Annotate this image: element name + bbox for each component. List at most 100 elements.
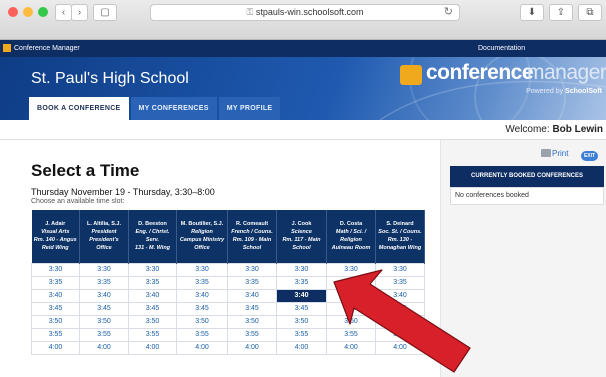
forward-button[interactable]: › bbox=[71, 4, 88, 21]
reload-icon[interactable]: ↻ bbox=[444, 5, 453, 20]
time-slot[interactable]: 3:50 bbox=[176, 314, 228, 329]
time-slot[interactable]: 3:40 bbox=[176, 288, 228, 303]
time-slot[interactable]: 3:30 bbox=[276, 262, 327, 277]
time-slot[interactable]: 3:35 bbox=[31, 275, 80, 290]
teacher-subject: Math / Sci. / Religion bbox=[335, 229, 367, 244]
time-slot[interactable]: 3:55 bbox=[176, 327, 228, 342]
teacher-name: M. Boutilier, S.J. bbox=[180, 221, 224, 228]
time-slot[interactable]: 3:45 bbox=[128, 301, 177, 316]
logo-icon bbox=[400, 65, 422, 85]
welcome-prefix: Welcome: bbox=[505, 124, 550, 135]
user-name: Bob Lewin bbox=[552, 124, 603, 135]
sidebar-toggle-button[interactable]: ▢ bbox=[93, 4, 117, 21]
powered-prefix: Powered by bbox=[526, 88, 564, 95]
time-slot[interactable]: 3:40 bbox=[227, 288, 277, 303]
time-slot[interactable]: 4:00 bbox=[276, 340, 327, 355]
time-slot[interactable]: 3:40 bbox=[79, 288, 129, 303]
time-slot[interactable]: 4:00 bbox=[31, 340, 80, 355]
tab-overview-button[interactable]: ⧉ bbox=[578, 4, 602, 21]
time-slot[interactable]: 3:45 bbox=[227, 301, 277, 316]
browser-toolbar: ‹ › ▢ ⚿ stpauls-win.schoolsoft.com ↻ ⬇ ⇪… bbox=[0, 0, 606, 40]
exit-button[interactable]: EXIT bbox=[581, 151, 598, 161]
booked-conferences-empty: No conferences booked bbox=[450, 187, 604, 205]
address-bar[interactable]: ⚿ stpauls-win.schoolsoft.com ↻ bbox=[150, 4, 460, 21]
welcome-text: Welcome: Bob Lewin bbox=[505, 124, 603, 135]
teacher-subject: French / Couns. bbox=[231, 229, 273, 236]
zoom-window-button[interactable] bbox=[38, 7, 48, 17]
teacher-header-row: J. Adair Visual Arts Rm. 140 - Angus Reid … bbox=[31, 210, 425, 263]
app-name: Conference Manager bbox=[14, 45, 80, 52]
time-slot[interactable]: 3:30 bbox=[31, 262, 80, 277]
main-tabs: BOOK A CONFERENCE MY CONFERENCES MY PROF… bbox=[29, 97, 282, 120]
time-slot[interactable]: 3:35 bbox=[176, 275, 228, 290]
teacher-column-header: J. Cook Science Rm. 117 - Main School bbox=[276, 210, 327, 263]
time-slot[interactable]: 3:40 bbox=[31, 288, 80, 303]
teacher-column-header: M. Boutilier, S.J. Religion Campus Ministr… bbox=[176, 210, 228, 263]
powered-by-text: Powered by SchoolSoft bbox=[526, 88, 602, 95]
time-slot[interactable]: 3:55 bbox=[128, 327, 177, 342]
time-slot[interactable]: 4:00 bbox=[128, 340, 177, 355]
tab-my-profile[interactable]: MY PROFILE bbox=[218, 97, 281, 120]
lock-icon: ⚿ bbox=[246, 7, 256, 17]
tab-my-conferences[interactable]: MY CONFERENCES bbox=[130, 97, 217, 120]
teacher-column-header: R. Comeault French / Couns. Rm. 109 - Main… bbox=[227, 210, 277, 263]
time-slot[interactable]: 3:30 bbox=[227, 262, 277, 277]
welcome-bar: Welcome: Bob Lewin bbox=[0, 120, 606, 140]
time-slot[interactable]: 3:55 bbox=[79, 327, 129, 342]
time-slot[interactable]: 3:45 bbox=[276, 301, 327, 316]
teacher-name: L. Altilia, S.J. bbox=[86, 221, 122, 228]
school-name: St. Paul's High School bbox=[31, 70, 189, 87]
downloads-button[interactable]: ⬇ bbox=[520, 4, 544, 21]
time-slot[interactable]: 3:55 bbox=[227, 327, 277, 342]
time-slot[interactable]: 3:50 bbox=[31, 314, 80, 329]
time-slot[interactable]: 3:50 bbox=[227, 314, 277, 329]
time-slot[interactable]: 3:50 bbox=[276, 314, 327, 329]
booked-conferences-header: CURRENTLY BOOKED CONFERENCES bbox=[450, 166, 604, 187]
teacher-column-header: L. Altilia, S.J. President President's Off… bbox=[79, 210, 129, 263]
time-slot[interactable]: 3:50 bbox=[79, 314, 129, 329]
teacher-subject: Visual Arts bbox=[41, 229, 70, 236]
teacher-name: J. Cook bbox=[291, 221, 312, 228]
printer-icon[interactable] bbox=[541, 149, 551, 157]
page-header: St. Paul's High School conference manage… bbox=[0, 57, 606, 120]
share-button[interactable]: ⇪ bbox=[549, 4, 573, 21]
teacher-room: 131 - M. Wing bbox=[134, 245, 171, 252]
back-button[interactable]: ‹ bbox=[55, 4, 72, 21]
time-slot[interactable]: 4:00 bbox=[227, 340, 277, 355]
teacher-room: President's Office bbox=[89, 237, 119, 252]
close-window-button[interactable] bbox=[8, 7, 18, 17]
time-slot[interactable]: 4:00 bbox=[79, 340, 129, 355]
time-slot[interactable]: 3:30 bbox=[128, 262, 177, 277]
time-slot[interactable]: 3:55 bbox=[276, 327, 327, 342]
teacher-subject: President bbox=[91, 229, 117, 236]
time-slot[interactable]: 3:45 bbox=[31, 301, 80, 316]
time-slot[interactable]: 3:35 bbox=[128, 275, 177, 290]
documentation-link[interactable]: Documentation bbox=[478, 40, 525, 57]
url-text: stpauls-win.schoolsoft.com bbox=[255, 7, 364, 17]
time-slot[interactable]: 3:30 bbox=[176, 262, 228, 277]
time-slot[interactable]: 3:35 bbox=[79, 275, 129, 290]
tab-book-a-conference[interactable]: BOOK A CONFERENCE bbox=[29, 97, 129, 120]
teacher-room: Campus Ministry Office bbox=[179, 237, 225, 252]
print-link[interactable]: Print bbox=[552, 149, 568, 158]
logo-word-conference: conference bbox=[426, 61, 534, 84]
time-slot[interactable]: 3:30 bbox=[79, 262, 129, 277]
teacher-room: Aulneau Room bbox=[331, 245, 371, 252]
teacher-name: D. Beeston bbox=[138, 221, 167, 228]
time-slot[interactable]: 3:55 bbox=[31, 327, 80, 342]
time-slot[interactable]: 3:40 bbox=[128, 288, 177, 303]
date-range: Thursday November 19 - Thursday, 3:30–8:… bbox=[31, 187, 215, 197]
time-slot-selected[interactable]: 3:40 bbox=[276, 288, 327, 303]
teacher-column-header: D. Costa Math / Sci. / Religion Aulneau Ro… bbox=[326, 210, 376, 263]
teacher-column-header: S. Deinard Soc. St. / Couns. Rm. 130 - Mon… bbox=[375, 210, 425, 263]
teacher-column-header: D. Beeston Eng. / Christ. Serv. 131 - M. W… bbox=[128, 210, 177, 263]
time-slot[interactable]: 3:45 bbox=[79, 301, 129, 316]
time-slot[interactable]: 3:35 bbox=[276, 275, 327, 290]
time-slot[interactable]: 3:45 bbox=[176, 301, 228, 316]
time-slot[interactable]: 3:50 bbox=[128, 314, 177, 329]
teacher-name: J. Adair bbox=[45, 221, 66, 228]
time-slot[interactable]: 3:35 bbox=[227, 275, 277, 290]
teacher-subject: Soc. St. / Couns. bbox=[378, 229, 422, 236]
minimize-window-button[interactable] bbox=[23, 7, 33, 17]
time-slot[interactable]: 4:00 bbox=[176, 340, 228, 355]
